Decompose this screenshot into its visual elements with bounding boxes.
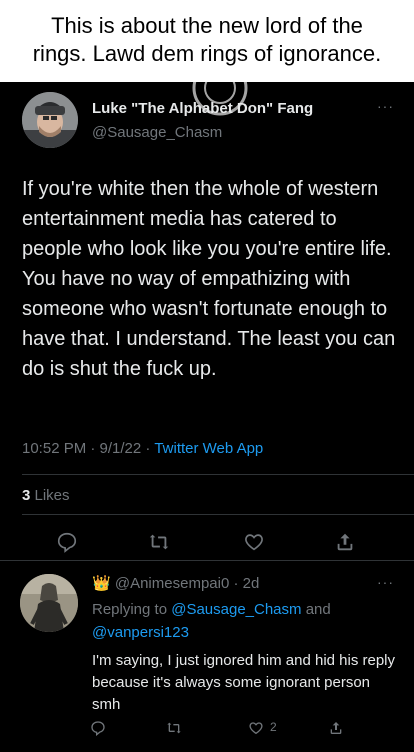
likes-summary[interactable]: 3 Likes <box>22 487 70 504</box>
replying-prefix: Replying to <box>92 601 172 618</box>
reply-icon[interactable] <box>56 531 78 553</box>
caption-line-2: rings. Lawd dem rings of ignorance. <box>32 41 382 66</box>
reply-text: I'm saying, I just ignored him and hid h… <box>92 652 396 713</box>
display-name[interactable]: Luke "The Alphabet Don" Fang <box>92 100 313 117</box>
reply-icon[interactable] <box>90 720 106 736</box>
reply-actions: 2 <box>0 718 414 742</box>
share-icon[interactable] <box>328 720 344 736</box>
tweet-actions <box>0 527 414 559</box>
reply-time[interactable]: · 2d <box>229 575 259 592</box>
divider <box>22 514 414 515</box>
tweet-timestamp[interactable]: 10:52 PM · 9/1/22 · <box>22 440 154 457</box>
like-icon[interactable] <box>243 531 265 553</box>
replying-to: Replying to @Sausage_Chasm and @vanpersi… <box>92 598 392 644</box>
avatar-photo <box>22 92 78 148</box>
tweet-source[interactable]: Twitter Web App <box>154 440 263 457</box>
replying-and: and <box>301 601 331 618</box>
avatar[interactable] <box>22 92 78 148</box>
like-icon[interactable] <box>248 720 264 736</box>
meme-caption: This is about the new lord of the rings.… <box>0 0 414 82</box>
reply-handle[interactable]: @Animesempai0 <box>115 575 229 592</box>
share-icon[interactable] <box>334 531 356 553</box>
divider <box>0 560 414 561</box>
like-count: 2 <box>270 720 277 734</box>
mention-link[interactable]: @Sausage_Chasm <box>171 601 301 618</box>
caption-line-1: This is about the new lord of the <box>51 13 363 38</box>
retweet-icon[interactable] <box>166 720 182 736</box>
reply-more-options-button[interactable]: ··· <box>377 574 394 590</box>
tweet-meta: 10:52 PM · 9/1/22 · Twitter Web App <box>22 440 263 457</box>
tweet-text: If you're white then the whole of wester… <box>22 178 396 380</box>
reply-header: 👑 @Animesempai0 · 2d <box>92 574 259 592</box>
crown-badge-icon: 👑 <box>92 575 111 592</box>
more-options-button[interactable]: ··· <box>377 98 394 114</box>
user-handle[interactable]: @Sausage_Chasm <box>92 124 222 141</box>
retweet-icon[interactable] <box>148 531 170 553</box>
mention-link[interactable]: @vanpersi123 <box>92 624 189 641</box>
divider <box>22 474 414 475</box>
reply-avatar-photo <box>20 574 78 632</box>
likes-label: Likes <box>30 487 70 504</box>
reply-avatar[interactable] <box>20 574 78 632</box>
